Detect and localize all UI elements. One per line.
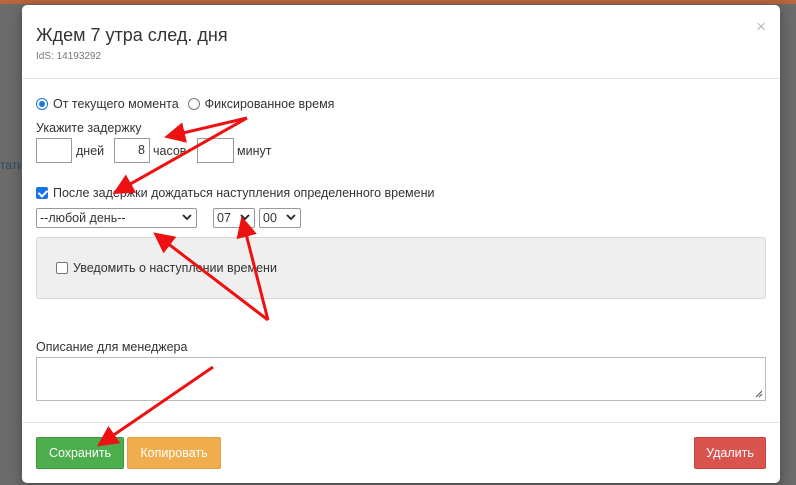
hour-select[interactable]: 07 [213,208,255,228]
minutes-unit: минут [237,144,272,158]
day-select-value: --любой день-- [40,211,126,225]
close-icon[interactable]: × [756,17,766,37]
days-unit: дней [76,144,105,158]
description-label: Описание для менеджера [36,340,188,354]
save-button[interactable]: Сохранить [36,437,124,469]
notify-panel: Уведомить о наступлении времени [36,237,766,299]
hours-unit: часов [153,144,187,158]
radio-current-moment[interactable] [36,98,48,110]
minute-select[interactable]: 00 [259,208,301,228]
notify-checkbox-row: Уведомить о наступлении времени [56,261,277,275]
background-topbar [0,0,796,4]
radio-fixed-time[interactable] [187,98,200,110]
chevron-down-icon [182,214,192,221]
days-input[interactable] [36,138,72,163]
minutes-input[interactable] [197,138,234,163]
radio-fixed-label: Фиксированное время [204,97,335,111]
wait-checkbox-row: После задержки дождаться наступления опр… [36,186,434,200]
radio-current-label: От текущего момента [53,97,179,111]
day-select[interactable]: --любой день-- [36,208,197,228]
notify-checkbox[interactable] [56,262,68,274]
wait-checkbox[interactable] [36,187,48,199]
notify-label: Уведомить о наступлении времени [73,261,277,275]
resize-grip-icon[interactable] [755,390,763,398]
hour-select-value: 07 [217,211,231,225]
minute-select-value: 00 [263,211,277,225]
modal-footer: Сохранить Копировать Удалить [22,422,780,483]
chevron-down-icon [286,214,296,221]
delay-label: Укажите задержку [36,121,142,135]
modal-dialog: Ждем 7 утра след. дня IdS: 14193292 × От… [22,5,780,483]
modal-header: Ждем 7 утра след. дня IdS: 14193292 × [22,5,780,79]
modal-title: Ждем 7 утра след. дня [36,25,228,45]
background-text: тати [0,158,24,172]
mode-radio-group: От текущего момента Фиксированное время [36,97,334,111]
description-textarea[interactable] [36,357,766,401]
wait-checkbox-label: После задержки дождаться наступления опр… [53,186,435,200]
copy-button[interactable]: Копировать [127,437,221,469]
chevron-down-icon [240,214,250,221]
hours-input[interactable]: 8 [114,138,150,163]
modal-ids: IdS: 14193292 [36,51,102,62]
delete-button[interactable]: Удалить [694,437,766,469]
